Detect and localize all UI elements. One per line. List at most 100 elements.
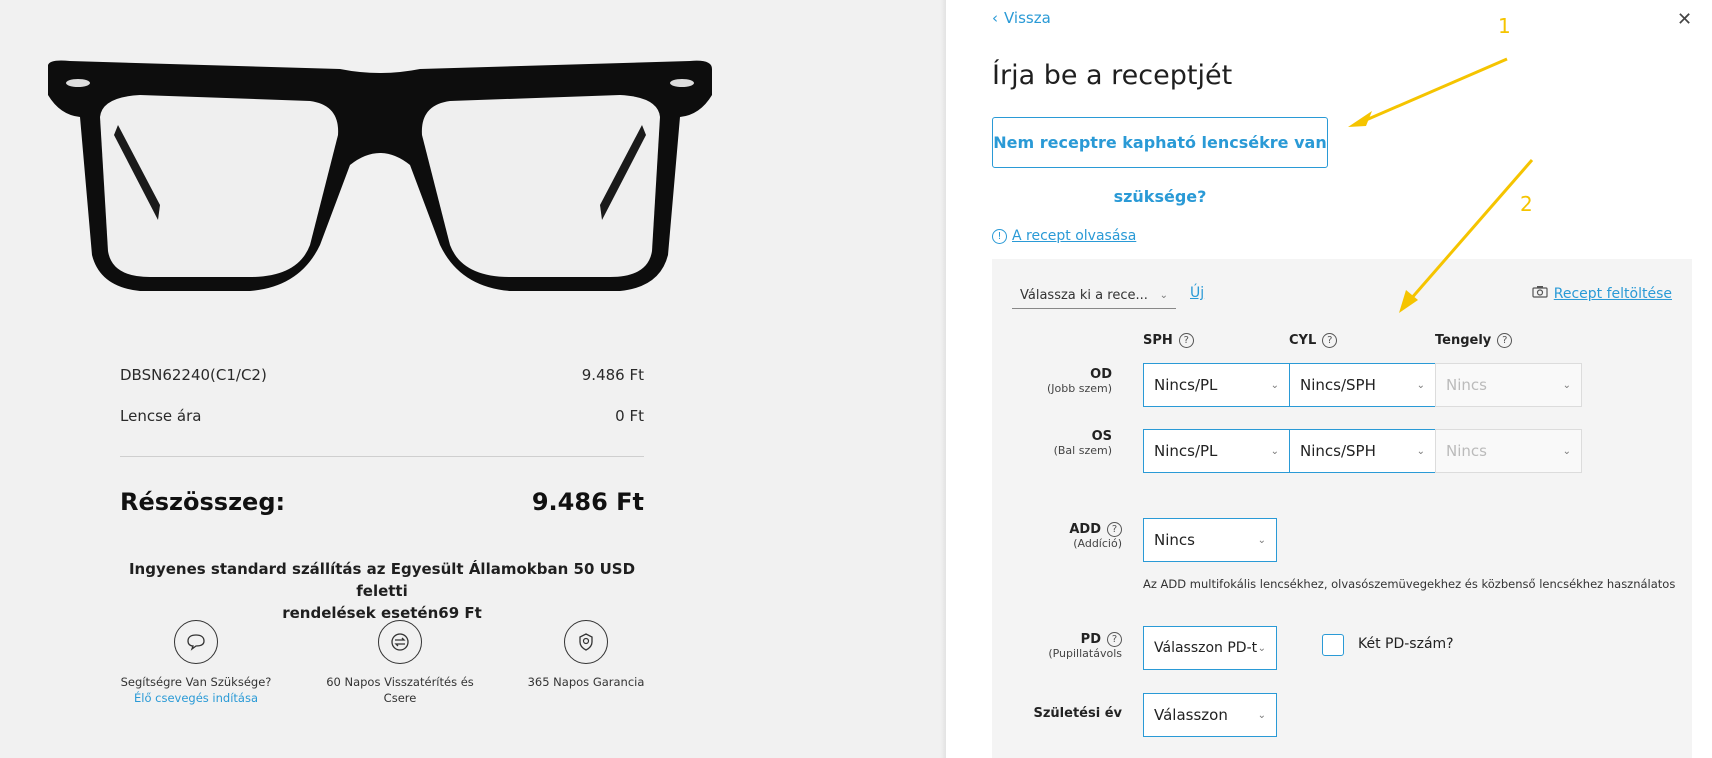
add-select[interactable]: Nincs ⌄ [1143,518,1277,562]
chevron-down-icon: ⌄ [1270,445,1279,457]
lens-line: Lencse ára 0 Ft [120,407,644,425]
os-label: OS (Bal szem) [1002,429,1112,457]
col-cyl-label: CYL [1289,333,1317,348]
summary-divider [120,456,644,457]
col-sph-label: SPH [1143,333,1173,348]
birth-year-select[interactable]: Válasszon ⌄ [1143,693,1277,737]
saved-prescription-select[interactable]: Válassza ki a rece... ⌄ [1012,283,1176,309]
od-label: OD (Jobb szem) [1002,367,1112,395]
help-icon[interactable]: ? [1107,632,1122,647]
od-sub: (Jobb szem) [1046,382,1112,395]
prescription-form: Válassza ki a rece... ⌄ Új Recept feltöl… [992,259,1692,758]
pd-select[interactable]: Válasszon PD-t ⌄ [1143,626,1277,670]
os-main: OS [1091,429,1112,444]
chat-icon [174,620,218,664]
exchange-icon [378,620,422,664]
annotation-number-2: 2 [1520,192,1533,216]
prescription-panel: ‹ Vissza ✕ Írja be a receptjét Nem recep… [946,0,1712,758]
upload-prescription-link[interactable]: Recept feltöltése [1532,285,1672,302]
camera-icon [1532,285,1548,302]
add-note: Az ADD multifokális lencsékhez, olvasósz… [1143,577,1676,591]
two-pd-label: Két PD-szám? [1358,636,1454,652]
od-sph-value: Nincs/PL [1154,376,1218,394]
od-main: OD [1090,367,1112,382]
read-prescription-link[interactable]: ! A recept olvasása [992,228,1136,244]
pd-value: Válasszon PD-t [1154,640,1258,656]
os-sph-select[interactable]: Nincs/PL ⌄ [1143,429,1290,473]
help-icon[interactable]: ? [1107,522,1122,537]
non-prescription-label: Nem receptre kapható lencsékre van [993,133,1327,152]
od-cyl-select[interactable]: Nincs/SPH ⌄ [1289,363,1436,407]
od-cyl-value: Nincs/SPH [1300,376,1376,394]
two-pd-checkbox[interactable] [1322,634,1344,656]
chevron-down-icon: ⌄ [1257,709,1266,721]
frame-price: 9.486 Ft [581,366,644,384]
chevron-down-icon: ⌄ [1416,379,1425,391]
chevron-down-icon: ⌄ [1562,445,1571,457]
page-title: Írja be a receptjét [992,60,1233,91]
feature-help: Segítségre Van Szüksége? Élő csevegés in… [106,620,286,706]
help-icon[interactable]: ? [1497,333,1513,348]
help-icon[interactable]: ? [1322,333,1338,348]
warranty-icon [564,620,608,664]
os-sph-value: Nincs/PL [1154,442,1218,460]
product-summary-panel: DBSN62240(C1/C2) 9.486 Ft Lencse ára 0 F… [0,0,946,758]
subtotal-value: 9.486 Ft [531,488,644,516]
help-icon[interactable]: ? [1178,333,1194,348]
add-label: ADD ? (Addíció) [1012,522,1122,550]
live-chat-link[interactable]: Élő csevegés indítása [106,690,286,706]
pd-label: PD ? (Pupillatávols [1012,632,1122,660]
col-axis-label: Tengely [1435,333,1492,348]
chevron-down-icon: ⌄ [1257,642,1266,654]
feature-warranty: 365 Napos Garancia [496,620,676,690]
pd-sub: (Pupillatávols [1048,647,1122,660]
birth-year-main: Születési év [1033,706,1123,721]
non-prescription-button[interactable]: Nem receptre kapható lencsékre van [992,117,1328,168]
birth-year-label: Születési év [1012,706,1123,721]
os-cyl-value: Nincs/SPH [1300,442,1376,460]
birth-year-value: Válasszon [1154,706,1228,724]
glasses-image [48,60,712,291]
shipping-line-1: Ingyenes standard szállítás az Egyesült … [128,560,636,600]
os-axis-select: Nincs ⌄ [1435,429,1582,473]
close-icon[interactable]: ✕ [1677,9,1692,30]
pd-main: PD [1080,632,1101,647]
shipping-notice: Ingyenes standard szállítás az Egyesült … [120,558,644,624]
back-label: Vissza [1004,9,1051,27]
col-sph: SPH ? [1143,333,1194,348]
annotation-number-1: 1 [1498,14,1511,38]
add-sub: (Addíció) [1073,537,1122,550]
new-prescription-link[interactable]: Új [1190,285,1204,301]
chevron-down-icon: ⌄ [1257,534,1266,546]
upload-label: Recept feltöltése [1553,285,1672,302]
frame-sku: DBSN62240(C1/C2) [120,366,267,384]
feature-returns: 60 Napos Visszatérítés és Csere [310,620,490,706]
saved-prescription-value: Válassza ki a rece... [1020,288,1148,303]
os-axis-value: Nincs [1446,442,1487,460]
chevron-down-icon: ⌄ [1159,290,1168,301]
chevron-down-icon: ⌄ [1270,379,1279,391]
os-sub: (Bal szem) [1053,444,1112,457]
read-prescription-label: A recept olvasása [1012,228,1137,244]
col-cyl: CYL ? [1289,333,1338,348]
non-prescription-label-cont[interactable]: szüksége? [992,187,1328,206]
back-button[interactable]: ‹ Vissza [992,9,1051,27]
feature-help-text: Segítségre Van Szüksége? [120,675,272,689]
od-sph-select[interactable]: Nincs/PL ⌄ [1143,363,1290,407]
feature-returns-text: 60 Napos Visszatérítés és Csere [326,675,474,705]
add-main: ADD [1069,522,1101,537]
info-icon: ! [992,228,1007,244]
chevron-left-icon: ‹ [992,9,998,27]
frame-line: DBSN62240(C1/C2) 9.486 Ft [120,366,644,384]
od-axis-select: Nincs ⌄ [1435,363,1582,407]
subtotal-line: Részösszeg: 9.486 Ft [120,488,644,516]
feature-warranty-text: 365 Napos Garancia [527,675,645,689]
lens-label: Lencse ára [120,407,202,425]
col-axis: Tengely ? [1435,333,1513,348]
subtotal-label: Részösszeg: [120,488,286,516]
od-axis-value: Nincs [1446,376,1487,394]
chevron-down-icon: ⌄ [1562,379,1571,391]
add-value: Nincs [1154,531,1195,549]
os-cyl-select[interactable]: Nincs/SPH ⌄ [1289,429,1436,473]
chevron-down-icon: ⌄ [1416,445,1425,457]
